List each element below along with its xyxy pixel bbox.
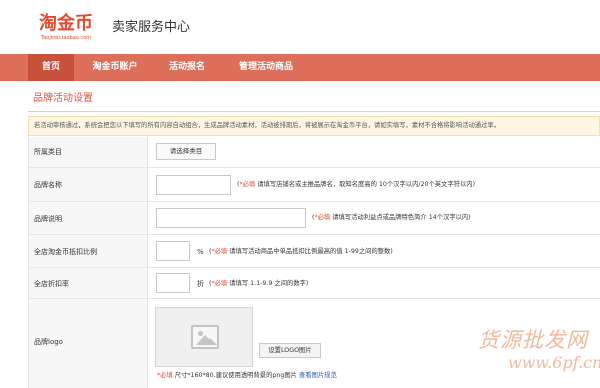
hint-text: 尺寸*160*80,建议使用透明背景的png图片 (174, 372, 297, 379)
hint-text: 请填写 1.1-9.9 之间的数字) (229, 280, 309, 287)
nav-item-manage-products[interactable]: 管理活动商品 (226, 54, 306, 81)
hint-text: 请填写活动利益点或品牌特色简介 14个汉字以内) (332, 214, 471, 221)
deduct-ratio-label: 全店淘金币抵扣比例 (34, 248, 97, 256)
label-cell: 全店淘金币抵扣比例 (29, 235, 148, 267)
header: 淘金币 Taojinbi.taobao.com 卖家服务中心 (0, 0, 600, 54)
row-category: 所属类目 请选择类目 (28, 137, 600, 168)
brand-name-label: 品牌名称 (34, 181, 62, 189)
view-image-spec-link[interactable]: 查看图片规范 (299, 372, 337, 379)
hint-text: 请填写活动商品中单品抵扣比例最高的值 1-99之间的整数) (229, 248, 393, 255)
row-brand-name: 品牌名称 (*必填 请填写店铺名或主推品牌名，取知名度高的 10个汉字以内/20… (28, 168, 600, 202)
category-label: 所属类目 (34, 148, 62, 156)
required-mark: *必填 (239, 181, 256, 188)
nav-item-home[interactable]: 首页 (28, 54, 74, 81)
required-mark: *必填 (157, 372, 173, 379)
watermark-text: 货源批发网 (478, 328, 588, 352)
notice-banner: 若活动审核通过，系统会把您以下填写的所有内容自动组合，生成品牌活动素材，活动被排… (28, 116, 600, 136)
brand-name-hint: (*必填 请填写店铺名或主推品牌名，取知名度高的 10个汉字以内/20个英文字符… (237, 180, 475, 190)
label-cell: 品牌说明 (29, 202, 148, 234)
brand-name-input[interactable] (156, 175, 231, 195)
label-cell: 品牌logo (29, 299, 148, 388)
discount-label: 全店折扣率 (34, 280, 69, 288)
watermark: 货源批发网 www.6pf.cn (478, 328, 600, 384)
brand-desc-input[interactable] (156, 208, 306, 228)
required-mark: *必填 (211, 248, 228, 255)
deduct-ratio-hint: (*必填 请填写活动商品中单品抵扣比例最高的值 1-99之间的整数) (209, 247, 393, 257)
select-category-button[interactable]: 请选择类目 (156, 143, 216, 160)
brand-desc-hint: (*必填 请填写活动利益点或品牌特色简介 14个汉字以内) (312, 213, 471, 223)
image-placeholder-icon (191, 325, 219, 349)
nav-item-activity-signup[interactable]: 活动报名 (158, 54, 216, 81)
section-divider (28, 111, 600, 112)
watermark-url: www.6pf.cn (508, 353, 600, 372)
label-cell: 所属类目 (29, 137, 148, 167)
logo-text: 淘金币 (39, 13, 93, 34)
discount-unit: 折 (197, 280, 204, 288)
logo-preview (155, 307, 253, 367)
label-cell: 品牌名称 (29, 168, 148, 201)
main-nav: 首页 淘金币账户 活动报名 管理活动商品 (0, 54, 600, 81)
hint-text: 请填写店铺名或主推品牌名，取知名度高的 10个汉字以内/20个英文字符以内) (257, 181, 476, 188)
logo-subtext: Taojinbi.taobao.com (41, 35, 92, 41)
site-title: 卖家服务中心 (112, 20, 191, 35)
section-title: 品牌活动设置 (33, 93, 93, 104)
discount-hint: (*必填 请填写 1.1-9.9 之间的数字) (209, 279, 308, 289)
nav-item-account[interactable]: 淘金币账户 (80, 54, 150, 81)
row-discount: 全店折扣率 折 (*必填 请填写 1.1-9.9 之间的数字) (28, 268, 600, 299)
brand-logo-label: 品牌logo (34, 338, 63, 346)
row-brand-desc: 品牌说明 (*必填 请填写活动利益点或品牌特色简介 14个汉字以内) (28, 202, 600, 235)
brand-logo-hint: *必填 尺寸*160*80,建议使用透明背景的png图片 查看图片规范 (157, 371, 337, 381)
set-logo-button[interactable]: 设置LOGO图片 (259, 343, 321, 358)
deduct-ratio-input[interactable] (156, 241, 190, 261)
percent-unit: % (197, 248, 204, 256)
discount-input[interactable] (156, 273, 190, 293)
required-mark: *必填 (314, 214, 331, 221)
taojinbi-logo[interactable]: 淘金币 Taojinbi.taobao.com (39, 14, 107, 44)
row-deduct-ratio: 全店淘金币抵扣比例 % (*必填 请填写活动商品中单品抵扣比例最高的值 1-99… (28, 235, 600, 268)
required-mark: *必填 (211, 280, 228, 287)
label-cell: 全店折扣率 (29, 268, 148, 298)
brand-desc-label: 品牌说明 (34, 215, 62, 223)
